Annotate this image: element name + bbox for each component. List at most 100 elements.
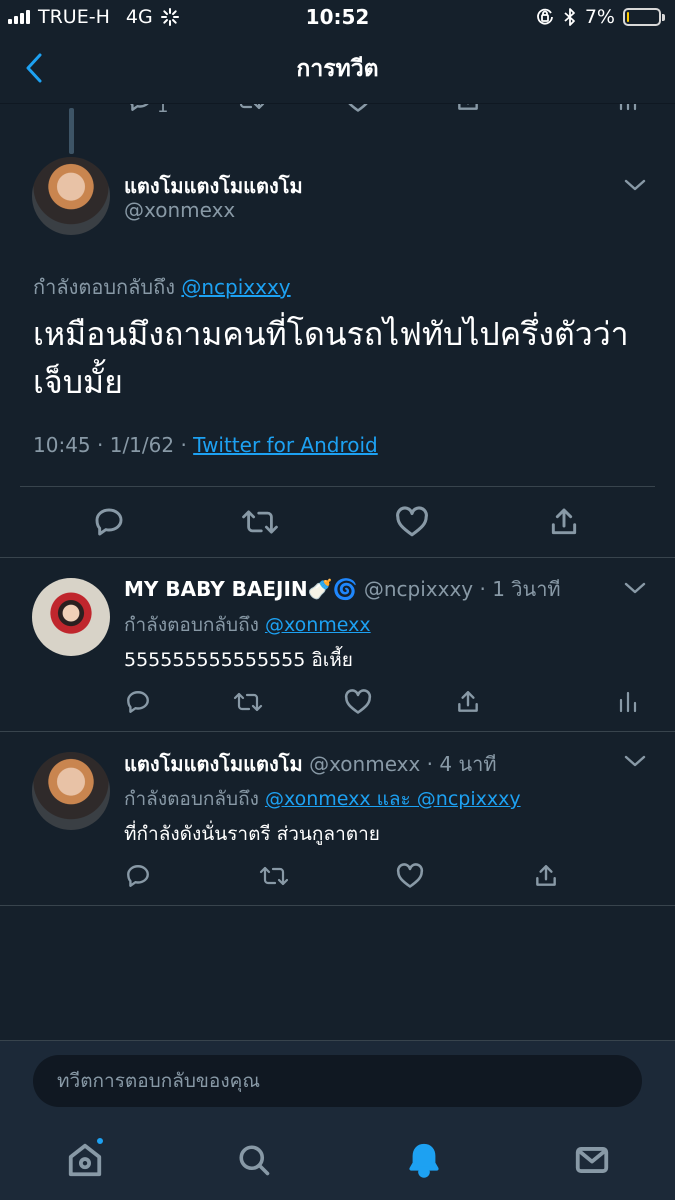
retweet-button[interactable] [240, 502, 280, 542]
reply-icon [127, 865, 149, 887]
page-title: การทวีต [296, 55, 379, 82]
reply-timestamp: 1 วินาที [492, 577, 561, 601]
chevron-down-icon[interactable] [623, 580, 647, 596]
parent-analytics-button[interactable] [608, 104, 648, 120]
parent-retweet-button[interactable] [230, 104, 270, 120]
analytics-button[interactable] [608, 682, 648, 722]
reply-author-handle[interactable]: @xonmexx [309, 752, 420, 776]
share-button[interactable] [526, 856, 566, 896]
divider [20, 486, 655, 487]
replying-to-line: กำลังตอบกลับถึง @xonmexx [124, 610, 371, 640]
replying-to-line: กำลังตอบกลับถึง @xonmexx และ @ncpixxxy [124, 784, 521, 814]
tab-bar [0, 1120, 675, 1200]
share-icon [458, 691, 478, 712]
tab-home[interactable] [63, 1136, 107, 1182]
bluetooth-icon [563, 7, 577, 27]
tweet-text: เหมือนมึงถามคนที่โดนรถไฟทับไปครึ่งตัวว่า… [33, 315, 629, 401]
reply-header: แตงโมแตงโมแตงโม @xonmexx · 4 นาที [124, 752, 497, 776]
battery-percent: 7% [584, 6, 615, 28]
share-icon [551, 508, 577, 535]
reply-composer-bar: ทวีตการตอบกลับของคุณ [0, 1040, 675, 1120]
reply-text: ที่กำลังดังนั่นราตรี ส่วนกูลาตาย [124, 823, 380, 845]
parent-actions-clipped: 1 [0, 104, 675, 126]
orientation-lock-icon [535, 7, 555, 27]
reply-icon [127, 691, 149, 713]
retweet-icon [242, 510, 278, 534]
like-button[interactable] [392, 502, 432, 542]
like-icon [344, 689, 372, 714]
divider [0, 557, 675, 558]
back-icon [26, 53, 42, 83]
replying-prefix: กำลังตอบกลับถึง [33, 275, 175, 299]
author-handle[interactable]: @xonmexx [124, 198, 235, 222]
thread-connector [69, 108, 74, 154]
retweet-button[interactable] [254, 856, 294, 896]
share-icon [458, 104, 478, 110]
analytics-icon [619, 691, 637, 713]
search-icon [239, 1145, 270, 1176]
reply-header: MY BABY BAEJIN🍼🌀 @ncpixxxy · 1 วินาที [124, 577, 561, 601]
reply-input[interactable]: ทวีตการตอบกลับของคุณ [33, 1055, 642, 1107]
source-link[interactable]: Twitter for Android [193, 433, 378, 457]
status-bar: TRUE-H 4G 10:52 7% [0, 0, 675, 34]
chevron-down-icon[interactable] [623, 753, 647, 769]
reply-author-handle[interactable]: @ncpixxxy [364, 577, 473, 601]
mention-link[interactable]: @ncpixxxy [181, 275, 290, 299]
activity-icon [160, 8, 179, 26]
replying-to-line: กำลังตอบกลับถึง @ncpixxxy [33, 271, 291, 303]
tweet-time: 10:45 [33, 433, 91, 457]
parent-share-button[interactable] [448, 104, 488, 120]
reply-icon [130, 104, 149, 111]
reply-button[interactable] [89, 502, 129, 542]
tab-search[interactable] [232, 1138, 276, 1182]
nav-bar: การทวีต [0, 34, 675, 104]
reply-author-name[interactable]: MY BABY BAEJIN [124, 577, 308, 601]
share-button[interactable] [544, 502, 584, 542]
like-icon [348, 104, 368, 112]
replying-prefix: กำลังตอบกลับถึง [124, 614, 259, 636]
retweet-button[interactable] [228, 682, 268, 722]
signal-icon [8, 10, 30, 24]
like-button[interactable] [338, 682, 378, 722]
tab-notifications[interactable] [402, 1138, 446, 1182]
retweet-icon [239, 104, 265, 110]
avatar[interactable] [32, 157, 110, 235]
like-icon [396, 506, 428, 537]
avatar[interactable] [32, 752, 110, 830]
messages-icon [575, 1147, 609, 1173]
like-icon [396, 863, 424, 888]
parent-reply-count: 1 [157, 104, 169, 117]
reply-timestamp: 4 นาที [439, 752, 497, 776]
reply-text: 555555555555555 อิเหี้ย [124, 649, 353, 671]
name-emoji: 🍼🌀 [307, 577, 358, 601]
back-button[interactable] [24, 50, 54, 86]
chevron-down-icon[interactable] [623, 177, 647, 193]
mention-link[interactable]: @xonmexx [265, 614, 371, 636]
retweet-icon [259, 866, 289, 886]
parent-like-button[interactable] [338, 104, 378, 120]
parent-reply-button[interactable] [120, 104, 160, 120]
avatar[interactable] [32, 578, 110, 656]
tweet-date: 1/1/62 [109, 433, 175, 457]
notifications-icon [409, 1143, 439, 1178]
share-icon [536, 865, 556, 886]
reply-author-name[interactable]: แตงโมแตงโมแตงโม [124, 752, 303, 776]
replying-prefix: กำลังตอบกลับถึง [124, 788, 259, 810]
divider [0, 905, 675, 906]
mention-link[interactable]: @xonmexx และ @ncpixxxy [265, 788, 521, 810]
reply-button[interactable] [118, 856, 158, 896]
reply-icon [95, 508, 123, 536]
reply-button[interactable] [118, 682, 158, 722]
battery-icon [623, 8, 665, 26]
analytics-icon [619, 104, 637, 111]
share-button[interactable] [448, 682, 488, 722]
tweet-meta: 10:45 · 1/1/62 · Twitter for Android [33, 433, 378, 457]
retweet-icon [233, 692, 263, 712]
divider [0, 731, 675, 732]
tab-messages[interactable] [570, 1138, 614, 1182]
home-icon [68, 1143, 102, 1177]
like-button[interactable] [390, 856, 430, 896]
network-label: 4G [125, 6, 153, 28]
home-notification-dot [95, 1136, 105, 1146]
carrier-label: TRUE-H [38, 6, 110, 28]
